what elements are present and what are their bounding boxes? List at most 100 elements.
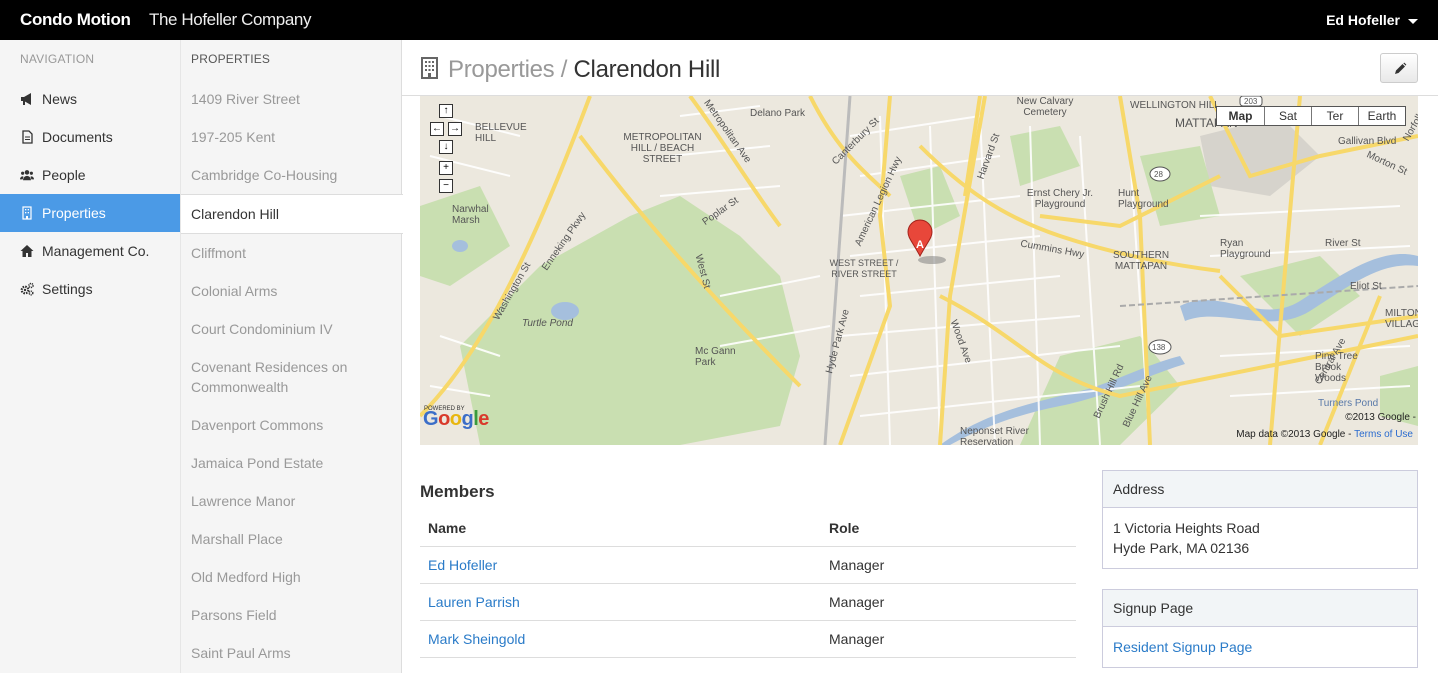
map-pan-zoom-control: ↑ ← → ↓ + − <box>430 104 470 194</box>
column-header-name: Name <box>420 510 821 547</box>
nav-item-label: People <box>42 167 86 183</box>
top-navbar: Condo Motion The Hofeller Company Ed Hof… <box>0 0 1438 40</box>
edit-button[interactable] <box>1380 53 1418 83</box>
member-name-link[interactable]: Lauren Parrish <box>428 594 520 610</box>
map-label: Turtle Pond <box>522 318 573 329</box>
cogs-icon <box>20 282 34 296</box>
property-item[interactable]: Cambridge Co-Housing <box>181 156 402 194</box>
nav-item-documents[interactable]: Documents <box>0 118 180 156</box>
pan-left-button[interactable]: ← <box>430 122 444 136</box>
breadcrumb-properties[interactable]: Properties <box>448 56 555 83</box>
map-label: Ernst Chery Jr. Playground <box>1026 188 1094 210</box>
map-label: Mc Gann Park <box>695 346 736 368</box>
nav-item-management-co[interactable]: Management Co. <box>0 232 180 270</box>
bullhorn-icon <box>21 93 31 105</box>
property-item[interactable]: Davenport Commons <box>181 406 402 444</box>
member-name-link[interactable]: Ed Hofeller <box>428 557 497 573</box>
nav-item-label: News <box>42 91 78 107</box>
map-label: Eliot St <box>1350 281 1382 292</box>
map-data-text: Map data ©2013 Google - <box>1236 429 1352 440</box>
signup-panel-heading: Signup Page <box>1103 590 1417 627</box>
navigation-sidebar: NAVIGATION News Documents People Propert… <box>0 40 180 673</box>
property-item[interactable]: Jamaica Pond Estate <box>181 444 402 482</box>
map-label: River St <box>1325 238 1361 249</box>
user-name[interactable]: Ed Hofeller <box>1326 12 1400 28</box>
map-type-sat-button[interactable]: Sat <box>1264 107 1311 125</box>
building-icon <box>22 206 32 220</box>
map-label: BELLEVUE HILL <box>475 122 527 144</box>
members-table: Name Role Ed Hofeller Manager Lauren Par… <box>420 510 1076 658</box>
map-tiles[interactable] <box>420 96 1418 445</box>
route-shield: 138 <box>1152 343 1166 352</box>
property-map[interactable]: WELLINGTON HILL MATTAPAN New Calvary Cem… <box>420 96 1418 445</box>
group-icon <box>20 170 34 181</box>
table-row: Mark Sheingold Manager <box>420 620 1076 658</box>
home-icon <box>20 245 34 257</box>
property-item[interactable]: Lawrence Manor <box>181 482 402 520</box>
property-item[interactable]: Marshall Place <box>181 520 402 558</box>
nav-item-news[interactable]: News <box>0 80 180 118</box>
property-item[interactable]: Colonial Arms <box>181 272 402 310</box>
page-title: Properties / Clarendon Hill <box>420 56 720 84</box>
terms-of-use-link[interactable]: Terms of Use <box>1354 429 1413 440</box>
map-marker[interactable]: A <box>900 240 940 251</box>
brand-link[interactable]: Condo Motion <box>20 10 131 30</box>
zoom-out-button[interactable]: − <box>439 179 453 193</box>
map-label: WELLINGTON HILL <box>1130 100 1220 111</box>
member-role: Manager <box>821 583 1076 621</box>
address-line-1: 1 Victoria Heights Road <box>1113 520 1260 536</box>
caret-down-icon[interactable] <box>1408 18 1418 24</box>
pan-up-button[interactable]: ↑ <box>439 104 453 118</box>
map-label: Turners Pond <box>1318 398 1379 409</box>
nav-item-label: Properties <box>42 205 106 221</box>
map-footer: Map data ©2013 Google - Terms of Use <box>1236 429 1413 440</box>
map-type-ter-button[interactable]: Ter <box>1311 107 1358 125</box>
breadcrumb-separator: / <box>554 56 574 83</box>
map-label: Hunt Playground <box>1118 188 1169 210</box>
map-copyright: ©2013 Google - <box>1345 412 1416 423</box>
map-type-map-button[interactable]: Map <box>1217 107 1264 125</box>
table-row: Lauren Parrish Manager <box>420 583 1076 621</box>
map-type-control: Map Sat Ter Earth <box>1216 106 1406 126</box>
property-item-active[interactable]: Clarendon Hill <box>181 194 403 234</box>
property-item[interactable]: Parsons Field <box>181 596 402 634</box>
map-label: Narwhal Marsh <box>452 204 489 226</box>
property-item[interactable]: 1409 River Street <box>181 80 402 118</box>
property-item[interactable]: Court Condominium IV <box>181 310 402 348</box>
map-label: Ryan Playground <box>1220 238 1271 260</box>
map-type-earth-button[interactable]: Earth <box>1358 107 1405 125</box>
property-item[interactable]: Saint Paul Arms <box>181 634 402 672</box>
properties-sidebar: PROPERTIES 1409 River Street 197-205 Ken… <box>180 40 403 673</box>
property-item[interactable]: 197-205 Kent <box>181 118 402 156</box>
table-row: Ed Hofeller Manager <box>420 546 1076 584</box>
user-menu[interactable]: Ed Hofeller <box>1326 12 1418 28</box>
map-label: MILTON VILLAGE <box>1385 308 1418 330</box>
nav-item-settings[interactable]: Settings <box>0 270 180 308</box>
map-label: Delano Park <box>750 108 806 119</box>
zoom-in-button[interactable]: + <box>439 161 453 175</box>
property-item[interactable]: Old Medford High <box>181 558 402 596</box>
nav-item-people[interactable]: People <box>0 156 180 194</box>
property-title: Clarendon Hill <box>573 56 721 83</box>
address-panel: Address 1 Victoria Heights Road Hyde Par… <box>1102 470 1418 569</box>
signup-panel-body: Resident Signup Page <box>1103 627 1417 667</box>
property-item[interactable]: Covenant Residences on Commonwealth <box>181 348 402 406</box>
map-label: Gallivan Blvd <box>1338 136 1397 147</box>
address-line-2: Hyde Park, MA 02136 <box>1113 540 1250 556</box>
resident-signup-link[interactable]: Resident Signup Page <box>1113 639 1252 655</box>
navigation-list: News Documents People Properties Managem… <box>0 80 180 308</box>
route-shield: 203 <box>1244 97 1258 106</box>
map-label: METROPOLITAN HILL / BEACH STREET <box>623 132 702 165</box>
member-role: Manager <box>821 546 1076 584</box>
member-role: Manager <box>821 620 1076 658</box>
member-name-link[interactable]: Mark Sheingold <box>428 631 525 647</box>
pan-down-button[interactable]: ↓ <box>439 140 453 154</box>
map-label: SOUTHERN MATTAPAN <box>1112 250 1170 272</box>
nav-item-properties[interactable]: Properties <box>0 194 180 232</box>
company-name: The Hofeller Company <box>149 10 312 29</box>
property-item[interactable]: Cliffmont <box>181 234 402 272</box>
pan-right-button[interactable]: → <box>448 122 462 136</box>
table-header-row: Name Role <box>420 510 1076 547</box>
google-logo[interactable]: Google <box>423 408 489 431</box>
map-label: New Calvary Cemetery <box>1016 96 1074 118</box>
